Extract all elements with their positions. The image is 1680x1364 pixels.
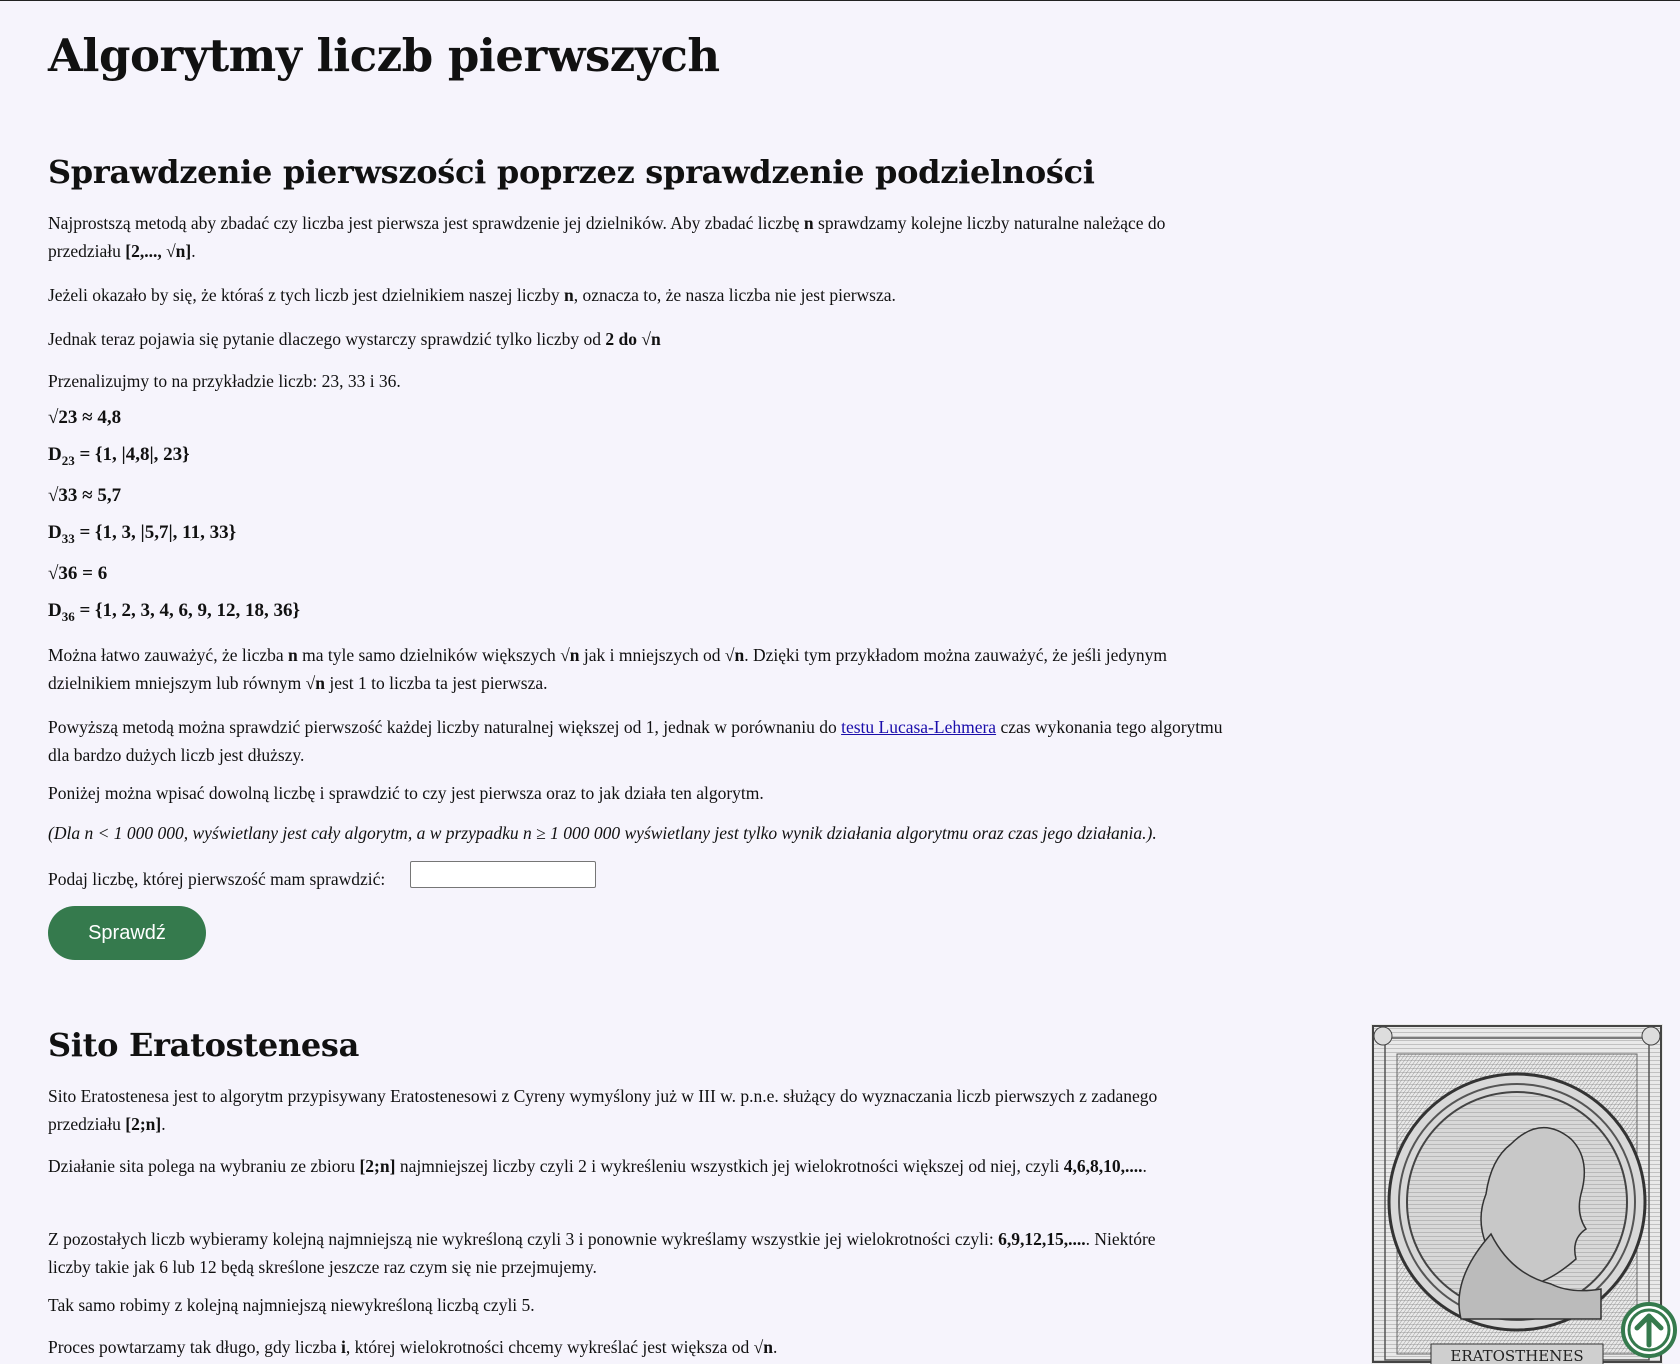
- section-heading-sieve: Sito Eratostenesa: [48, 1026, 360, 1064]
- formula: √36 = 6: [48, 563, 108, 584]
- formula: D36 = {1, 2, 3, 4, 6, 9, 12, 18, 36}: [48, 600, 301, 624]
- formula: √33 ≈ 5,7: [48, 485, 122, 506]
- section-heading-divisibility: Sprawdzenie pierwszości poprzez sprawdze…: [48, 153, 1095, 191]
- note-italic: (Dla n < 1 000 000, wyświetlany jest cał…: [48, 823, 1157, 843]
- paragraph: Tak samo robimy z kolejną najmniejszą ni…: [48, 1295, 535, 1315]
- paragraph: Poniżej można wpisać dowolną liczbę i sp…: [48, 783, 764, 803]
- paragraph: Sito Eratostenesa jest to algorytm przyp…: [48, 1086, 1158, 1134]
- arrow-up-circle-icon[interactable]: [1620, 1301, 1678, 1359]
- paragraph: Działanie sita polega na wybraniu ze zbi…: [48, 1156, 1147, 1176]
- paragraph: Powyższą metodą można sprawdzić pierwszo…: [48, 717, 1223, 765]
- paragraph: Jednak teraz pojawia się pytanie dlaczeg…: [48, 329, 661, 349]
- lucas-lehmer-link[interactable]: testu Lucasa-Lehmera: [841, 717, 996, 737]
- paragraph: Najprostszą metodą aby zbadać czy liczba…: [48, 213, 1166, 261]
- formula: D23 = {1, |4,8|, 23}: [48, 444, 190, 468]
- formula: √23 ≈ 4,8: [48, 407, 122, 428]
- paragraph: Przenalizujmy to na przykładzie liczb: 2…: [48, 371, 401, 391]
- formula: D33 = {1, 3, |5,7|, 11, 33}: [48, 522, 237, 546]
- page-title: Algorytmy liczb pierwszych: [48, 29, 720, 82]
- paragraph: Proces powtarzamy tak długo, gdy liczba …: [48, 1337, 778, 1357]
- portrait-caption: ERATOSTHENES: [1450, 1347, 1583, 1364]
- number-input[interactable]: [410, 861, 596, 888]
- paragraph: Jeżeli okazało by się, że któraś z tych …: [48, 285, 896, 305]
- input-label: Podaj liczbę, której pierwszość mam spra…: [48, 869, 386, 889]
- paragraph: Można łatwo zauważyć, że liczba n ma tyl…: [48, 645, 1167, 693]
- paragraph: Z pozostałych liczb wybieramy kolejną na…: [48, 1229, 1156, 1277]
- check-button[interactable]: Sprawdź: [48, 906, 206, 960]
